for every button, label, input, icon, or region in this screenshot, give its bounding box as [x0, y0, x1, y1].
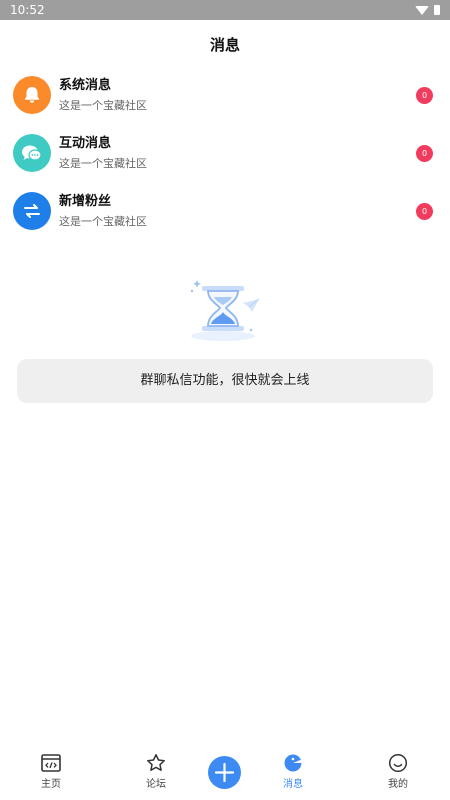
status-icons — [415, 4, 440, 16]
hourglass-icon — [189, 276, 261, 344]
chat-bubble-icon — [13, 134, 51, 172]
page-title: 消息 — [209, 36, 240, 54]
battery-icon — [434, 5, 440, 15]
bottom-tab-bar: 主页 论坛 消息 我的 — [0, 742, 450, 800]
tab-label: 我的 — [388, 779, 408, 790]
list-item-subtitle: 这是一个宝藏社区 — [59, 99, 147, 112]
message-icon — [283, 753, 303, 773]
plus-icon — [214, 762, 235, 783]
wifi-icon — [415, 5, 429, 15]
list-item-title: 系统消息 — [59, 78, 112, 93]
unread-badge: 0 — [416, 87, 433, 104]
code-window-icon — [41, 753, 61, 773]
star-icon — [146, 753, 166, 773]
list-item-new-followers[interactable]: 新增粉丝 这是一个宝藏社区 0 — [0, 184, 450, 240]
smiley-icon — [388, 753, 408, 773]
list-item-subtitle: 这是一个宝藏社区 — [59, 157, 147, 170]
status-bar: 10:52 — [0, 0, 450, 20]
coming-soon-notice: 群聊私信功能，很快就会上线 — [17, 359, 433, 403]
list-item-title: 新增粉丝 — [59, 194, 112, 209]
add-post-button[interactable] — [208, 756, 241, 789]
tab-messages[interactable]: 消息 — [263, 742, 323, 800]
tab-home[interactable]: 主页 — [21, 742, 81, 800]
tab-label: 消息 — [283, 779, 303, 790]
bell-icon — [13, 76, 51, 114]
tab-forum[interactable]: 论坛 — [126, 742, 186, 800]
list-item-interaction-messages[interactable]: 互动消息 这是一个宝藏社区 0 — [0, 126, 450, 182]
list-item-title: 互动消息 — [59, 136, 112, 151]
unread-badge: 0 — [416, 203, 433, 220]
list-item-system-messages[interactable]: 系统消息 这是一个宝藏社区 0 — [0, 68, 450, 124]
status-time: 10:52 — [10, 3, 45, 17]
tab-label: 论坛 — [146, 779, 166, 790]
tab-profile[interactable]: 我的 — [368, 742, 428, 800]
unread-badge: 0 — [416, 145, 433, 162]
list-item-subtitle: 这是一个宝藏社区 — [59, 215, 147, 228]
swap-arrows-icon — [13, 192, 51, 230]
tab-label: 主页 — [41, 779, 61, 790]
